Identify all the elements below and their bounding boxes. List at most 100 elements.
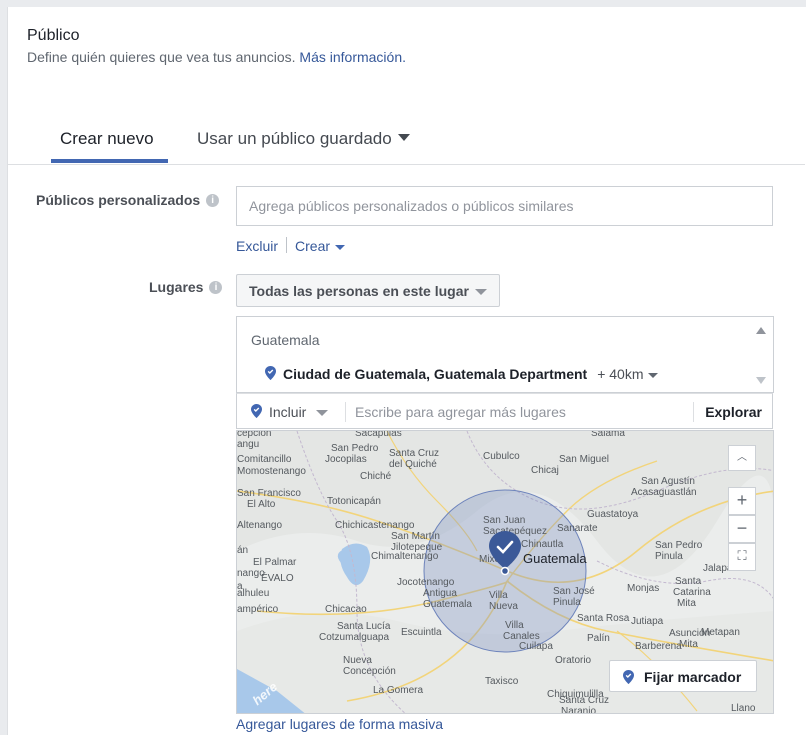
map-collapse-button[interactable]: ︿ — [728, 445, 756, 471]
pin-marker-button[interactable]: Fijar marcador — [609, 660, 757, 692]
radius-dropdown[interactable]: + 40km — [597, 366, 658, 382]
caret-down-icon — [397, 134, 410, 142]
pin-marker-label: Fijar marcador — [644, 669, 742, 685]
map-label: Jocotenango — [397, 577, 455, 588]
links-divider — [286, 237, 288, 254]
caret-down-icon — [335, 244, 346, 250]
location-map[interactable]: cepción Sacapulas Salamá angu Comitancil… — [236, 430, 774, 714]
exclude-link[interactable]: Excluir — [236, 238, 278, 254]
map-label: Villa — [489, 590, 508, 601]
custom-audiences-input[interactable] — [237, 187, 772, 225]
scroll-down-icon[interactable] — [756, 377, 766, 384]
map-label: Santa — [675, 576, 702, 587]
location-pin-icon — [265, 366, 276, 381]
map-label: Cubulco — [483, 451, 520, 462]
map-label: Momostenango — [237, 466, 306, 477]
zoom-out-button[interactable]: − — [728, 515, 756, 543]
map-label: Acasaguastlán — [631, 487, 697, 498]
map-label: Nueva — [343, 655, 372, 666]
map-label: cepción — [237, 431, 271, 439]
map-label: Cuilapa — [519, 641, 553, 652]
chevron-up-icon: ︿ — [737, 452, 747, 463]
map-label: Comitancillo — [237, 454, 292, 465]
caret-down-icon — [316, 410, 329, 417]
map-label: Chichicastenango — [335, 520, 415, 531]
custom-audiences-label: Públicos personalizados i — [36, 192, 220, 208]
scroll-up-icon[interactable] — [756, 327, 766, 334]
section-title: Público — [27, 27, 80, 44]
include-label: Incluir — [269, 404, 307, 420]
location-type-value: Todas las personas en este lugar — [249, 283, 469, 299]
location-pin-icon — [251, 404, 262, 419]
map-label: Monjas — [627, 583, 659, 594]
caret-down-icon — [647, 372, 658, 378]
more-info-link[interactable]: Más información. — [299, 49, 406, 65]
map-label: El Alto — [247, 499, 276, 510]
audience-tabs: Crear nuevo Usar un público guardado — [8, 117, 805, 165]
map-label: Mita — [677, 598, 696, 609]
map-label: Salamá — [591, 431, 625, 439]
custom-audiences-field — [236, 186, 773, 226]
list-scrollbar[interactable] — [749, 317, 773, 392]
map-label: San José — [553, 586, 595, 597]
map-label: San Miguel — [559, 454, 609, 465]
location-name: Ciudad de Guatemala, Guatemala Departmen… — [283, 366, 588, 382]
map-label: San Agustín — [641, 476, 695, 487]
map-label: ÉVALO — [261, 571, 294, 584]
map-label: Llano — [731, 703, 756, 714]
map-label: Naranjo — [561, 706, 596, 714]
locations-label-text: Lugares — [149, 279, 204, 295]
location-pin-icon — [623, 670, 634, 684]
map-label: Pinula — [553, 597, 581, 608]
info-icon[interactable]: i — [209, 280, 223, 294]
map-label: Chicaj — [531, 465, 559, 476]
country-heading: Guatemala — [251, 332, 320, 348]
map-label: Sacapulas — [355, 431, 402, 439]
section-subtitle: Define quién quieres que vea tus anuncio… — [27, 49, 406, 65]
map-label: Jocopilas — [325, 454, 367, 465]
map-label: Antigua — [423, 588, 457, 599]
map-label: Villa — [505, 620, 524, 631]
map-label: angu — [237, 439, 259, 450]
zoom-in-button[interactable]: + — [728, 487, 756, 515]
map-label: San Pedro — [655, 540, 703, 551]
map-label: Concepción — [343, 666, 396, 677]
map-label: alhuleu — [237, 588, 269, 599]
map-label: Catarina — [673, 587, 711, 598]
create-link[interactable]: Crear — [295, 238, 346, 254]
map-label: Jutiapa — [631, 616, 664, 627]
bulk-add-locations-link[interactable]: Agregar lugares de forma masiva — [236, 716, 443, 732]
map-label: Altenango — [237, 520, 282, 531]
tab-saved-audience-label: Usar un público guardado — [197, 129, 392, 148]
map-label: San Juan — [483, 515, 525, 526]
location-search-input[interactable] — [355, 396, 685, 428]
map-label: Cotzumalguapa — [319, 632, 389, 643]
custom-audiences-label-text: Públicos personalizados — [36, 192, 201, 208]
include-divider — [345, 402, 346, 422]
map-label: Sanarate — [557, 523, 598, 534]
include-dropdown[interactable]: Incluir — [251, 404, 329, 420]
tab-saved-audience[interactable]: Usar un público guardado — [197, 129, 410, 149]
locate-button[interactable]: ⛶ — [728, 543, 756, 571]
map-label: Chinautla — [521, 539, 564, 550]
map-label: Metapan — [701, 627, 740, 638]
map-label: Chimaltenango — [371, 551, 439, 562]
map-label: del Quiché — [389, 459, 437, 470]
map-label: Santa Cruz — [559, 695, 609, 706]
map-label: ampérico — [237, 604, 279, 615]
create-link-label: Crear — [295, 238, 331, 254]
map-label: Pinula — [655, 551, 683, 562]
explore-button[interactable]: Explorar — [705, 404, 762, 420]
subtitle-text: Define quién quieres que vea tus anuncio… — [27, 49, 296, 65]
info-icon[interactable]: i — [206, 193, 220, 207]
explore-divider — [693, 402, 694, 422]
tab-create-new[interactable]: Crear nuevo — [60, 129, 154, 149]
map-center-label: Guatemala — [523, 551, 587, 566]
map-label: La Gomera — [373, 685, 423, 696]
map-label: Mita — [679, 639, 698, 650]
locations-label: Lugares i — [149, 279, 223, 295]
map-label: Chicacao — [325, 604, 367, 615]
map-label: Totonicapán — [327, 496, 381, 507]
map-label: Taxisco — [485, 676, 519, 687]
location-type-dropdown[interactable]: Todas las personas en este lugar — [236, 274, 500, 307]
